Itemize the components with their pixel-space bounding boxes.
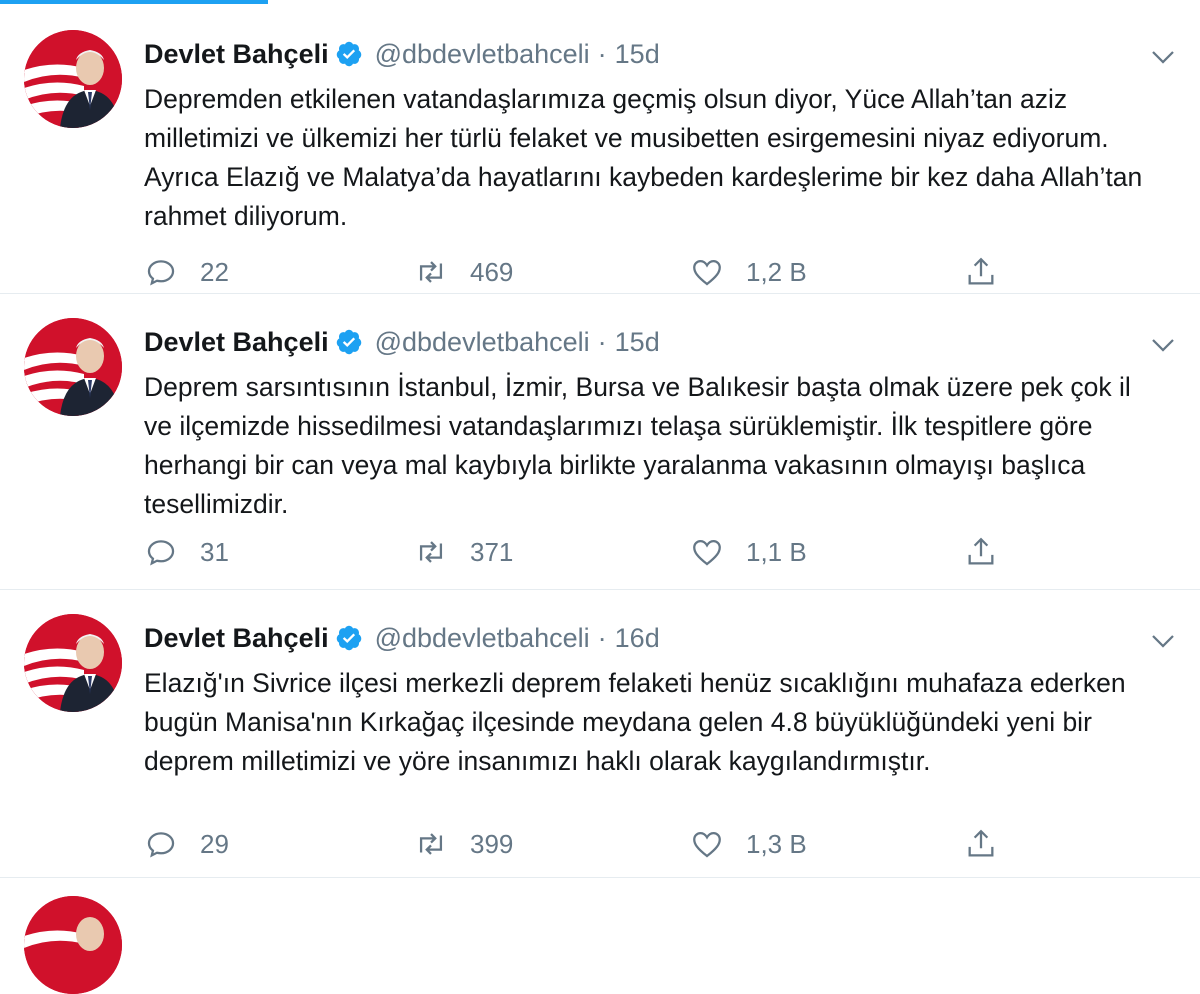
retweet-count: 371 (470, 536, 514, 567)
tweet-partial[interactable] (0, 878, 1200, 994)
reply-button[interactable]: 22 (144, 250, 229, 294)
share-icon (968, 829, 994, 857)
heart-icon (693, 259, 721, 286)
tweet-actions: 31 371 1,1 B (144, 530, 1024, 574)
chevron-down-icon[interactable] (1148, 626, 1178, 656)
author-handle[interactable]: @dbdevletbahceli (375, 623, 590, 654)
author-name[interactable]: Devlet Bahçeli (144, 623, 329, 654)
retweet-count: 399 (470, 828, 514, 859)
tweet-timestamp[interactable]: 15d (615, 327, 660, 358)
chevron-down-icon[interactable] (1148, 330, 1178, 360)
avatar[interactable] (24, 614, 122, 712)
like-count: 1,1 B (746, 536, 807, 567)
like-button[interactable]: 1,2 B (690, 250, 807, 294)
retweet-icon (419, 261, 443, 283)
avatar[interactable] (24, 318, 122, 416)
author-handle[interactable]: @dbdevletbahceli (375, 327, 590, 358)
like-button[interactable]: 1,3 B (690, 822, 807, 866)
share-icon (968, 257, 994, 285)
tweet-text: Deprem sarsıntısının İstanbul, İzmir, Bu… (144, 372, 1131, 519)
separator-dot: · (597, 622, 607, 653)
like-count: 1,2 B (746, 256, 807, 287)
author-handle[interactable]: @dbdevletbahceli (375, 39, 590, 70)
share-icon (968, 537, 994, 565)
tweet[interactable]: Devlet Bahçeli @dbdevletbahceli · 15d De… (0, 6, 1200, 294)
tweet-text: Depremden etkilenen vatandaşlarımıza geç… (144, 84, 1143, 231)
verified-badge-icon (336, 625, 361, 651)
share-button[interactable] (964, 250, 998, 294)
retweet-icon (419, 541, 443, 563)
reply-button[interactable]: 29 (144, 822, 229, 866)
reply-icon (147, 260, 175, 286)
reply-count: 31 (200, 536, 229, 567)
like-count: 1,3 B (746, 828, 807, 859)
retweet-button[interactable]: 399 (414, 822, 513, 866)
tweet-text: Elazığ'ın Sivrice ilçesi merkezli deprem… (144, 668, 1126, 776)
tweet-header: Devlet Bahçeli @dbdevletbahceli · 15d (144, 34, 660, 74)
tweet-timestamp[interactable]: 15d (615, 39, 660, 70)
active-tab-indicator (0, 0, 268, 4)
tweet[interactable]: Devlet Bahçeli @dbdevletbahceli · 15d De… (0, 294, 1200, 590)
tweet-header: Devlet Bahçeli @dbdevletbahceli · 16d (144, 618, 660, 658)
author-name[interactable]: Devlet Bahçeli (144, 327, 329, 358)
tweet-header: Devlet Bahçeli @dbdevletbahceli · 15d (144, 322, 660, 362)
share-button[interactable] (964, 822, 998, 866)
share-button[interactable] (964, 530, 998, 574)
avatar[interactable] (24, 30, 122, 128)
like-button[interactable]: 1,1 B (690, 530, 807, 574)
reply-icon (147, 540, 175, 566)
author-name[interactable]: Devlet Bahçeli (144, 39, 329, 70)
heart-icon (693, 831, 721, 858)
retweet-icon (419, 833, 443, 855)
tweet[interactable]: Devlet Bahçeli @dbdevletbahceli · 16d El… (0, 590, 1200, 878)
avatar[interactable] (24, 896, 122, 994)
reply-icon (147, 832, 175, 858)
verified-badge-icon (336, 41, 361, 67)
tweet-timestamp[interactable]: 16d (615, 623, 660, 654)
retweet-button[interactable]: 469 (414, 250, 513, 294)
retweet-count: 469 (470, 256, 514, 287)
reply-button[interactable]: 31 (144, 530, 229, 574)
reply-count: 22 (200, 256, 229, 287)
tweet-timeline: Devlet Bahçeli @dbdevletbahceli · 15d De… (0, 6, 1200, 994)
separator-dot: · (597, 38, 607, 69)
heart-icon (693, 539, 721, 566)
reply-count: 29 (200, 828, 229, 859)
tweet-actions: 22 469 1,2 B (144, 250, 1024, 294)
chevron-down-icon[interactable] (1148, 42, 1178, 72)
tweet-actions: 29 399 1,3 B (144, 822, 1024, 866)
separator-dot: · (597, 326, 607, 357)
retweet-button[interactable]: 371 (414, 530, 513, 574)
verified-badge-icon (336, 329, 361, 355)
